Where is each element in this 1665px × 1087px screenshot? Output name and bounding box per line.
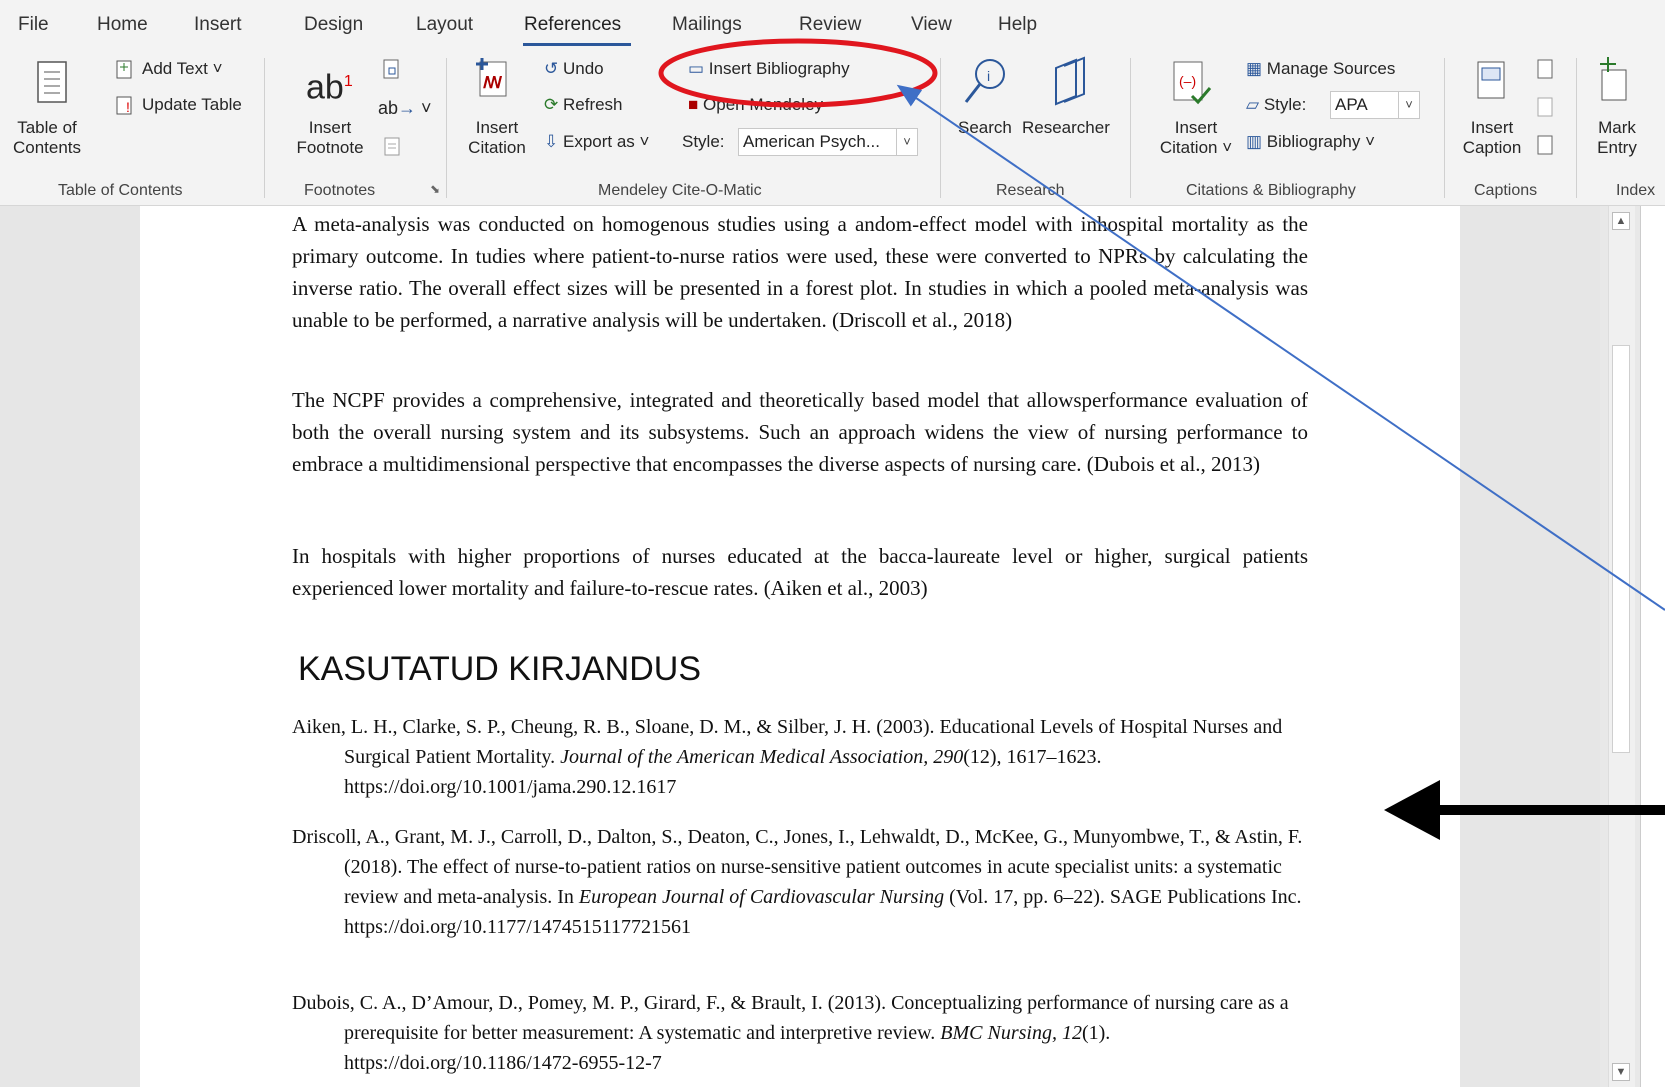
insert-endnote-icon[interactable] <box>380 58 402 82</box>
tab-view[interactable]: View <box>911 14 952 36</box>
mendeley-style-select[interactable]: American Psych... ˅ <box>738 128 918 156</box>
mark-entry-button[interactable]: Mark Entry <box>1592 118 1642 158</box>
reference-entry[interactable]: Dubois, C. A., D’Amour, D., Pomey, M. P.… <box>292 988 1312 1078</box>
open-mendeley-button[interactable]: ■ Open Mendeley <box>688 95 823 115</box>
insert-citation-button[interactable]: Insert Citation ˅ <box>1148 118 1244 158</box>
reference-entry[interactable]: Aiken, L. H., Clarke, S. P., Cheung, R. … <box>292 712 1312 802</box>
tab-references[interactable]: References <box>524 14 621 36</box>
export-icon: ⇩ <box>544 132 559 151</box>
update-figures-icon[interactable] <box>1534 96 1556 120</box>
svg-text:i: i <box>987 68 990 84</box>
table-of-contents-button[interactable]: Table of Contents <box>6 118 88 158</box>
researcher-button[interactable]: Researcher <box>1022 118 1110 138</box>
mark-entry-icon <box>1600 57 1627 101</box>
document-page[interactable] <box>140 206 1460 1087</box>
tab-home[interactable]: Home <box>97 14 148 36</box>
active-tab-indicator <box>523 43 631 46</box>
mendeley-icon: ■ <box>688 95 699 114</box>
svg-text:(–): (–) <box>1179 73 1196 89</box>
group-label-citations: Citations & Bibliography <box>1186 182 1356 199</box>
add-text-button[interactable]: Add Text ˅ <box>142 59 223 79</box>
dialog-launcher-icon[interactable]: ⬊ <box>430 182 440 196</box>
tab-design[interactable]: Design <box>304 14 363 36</box>
tab-help[interactable]: Help <box>998 14 1037 36</box>
paragraph[interactable]: The NCPF provides a comprehensive, integ… <box>292 384 1308 480</box>
svg-text:ꟿ: ꟿ <box>483 75 503 92</box>
group-label-captions: Captions <box>1474 182 1538 199</box>
bibliography-button[interactable]: ▥ Bibliography ˅ <box>1246 132 1375 152</box>
scrollbar-thumb[interactable] <box>1612 345 1630 753</box>
group-separator <box>264 58 265 198</box>
chevron-down-icon: ˅ <box>1398 92 1419 118</box>
insert-footnote-icon: ab1 <box>306 68 353 107</box>
insert-citation-icon: (–) <box>1173 61 1212 105</box>
update-table-button[interactable]: Update Table <box>142 95 242 115</box>
tab-mailings[interactable]: Mailings <box>672 14 742 36</box>
mendeley-insert-citation-button[interactable]: Insert Citation <box>462 118 532 158</box>
undo-button[interactable]: ↺ Undo <box>544 59 604 79</box>
tab-insert[interactable]: Insert <box>194 14 242 36</box>
svg-text:!: ! <box>126 99 130 115</box>
citation-style-select[interactable]: APA ˅ <box>1330 91 1420 119</box>
refresh-button[interactable]: ⟳ Refresh <box>544 95 623 115</box>
insert-footnote-button[interactable]: Insert Footnote <box>288 118 372 158</box>
book-icon: ▭ <box>688 59 705 78</box>
tab-review[interactable]: Review <box>799 14 861 36</box>
mendeley-insert-citation-icon: ꟿ <box>476 58 507 97</box>
insert-caption-icon <box>1477 61 1505 99</box>
group-separator <box>446 58 447 198</box>
cross-reference-icon[interactable] <box>1534 134 1556 158</box>
group-label-table-of-contents: Table of Contents <box>58 182 183 199</box>
group-separator <box>1130 58 1131 198</box>
scroll-down-icon[interactable]: ▼ <box>1612 1063 1630 1081</box>
menu-tab-bar: File Home Insert Design Layout Reference… <box>0 0 1665 50</box>
group-separator <box>1576 58 1577 198</box>
chevron-down-icon: ˅ <box>896 129 917 155</box>
group-separator <box>940 58 941 198</box>
bibliography-heading[interactable]: KASUTATUD KIRJANDUS <box>298 650 701 689</box>
ribbon: Table of Contents Add Text ˅ ! Update Ta… <box>0 50 1665 206</box>
insert-table-of-figures-icon[interactable] <box>1534 58 1556 82</box>
paragraph[interactable]: A meta-analysis was conducted on homogen… <box>292 208 1308 336</box>
next-footnote-button[interactable]: ab→ ˅ <box>378 98 432 118</box>
search-icon: i <box>964 59 1005 103</box>
group-label-mendeley: Mendeley Cite-O-Matic <box>598 182 762 199</box>
researcher-icon <box>1055 56 1085 106</box>
reference-entry[interactable]: Driscoll, A., Grant, M. J., Carroll, D.,… <box>292 822 1312 942</box>
export-as-button[interactable]: ⇩ Export as ˅ <box>544 132 649 152</box>
style-icon: ▱ <box>1246 95 1260 114</box>
group-label-footnotes: Footnotes <box>304 182 376 199</box>
mendeley-style-label: Style: <box>682 132 725 151</box>
update-table-icon: ! <box>116 96 132 115</box>
insert-caption-button[interactable]: Insert Caption <box>1456 118 1528 158</box>
tab-layout[interactable]: Layout <box>416 14 473 36</box>
tab-file[interactable]: File <box>18 14 49 36</box>
side-pane <box>1640 206 1665 1087</box>
table-of-contents-icon <box>37 61 67 103</box>
paragraph[interactable]: In hospitals with higher proportions of … <box>292 540 1308 604</box>
bibliography-icon: ▥ <box>1246 132 1263 151</box>
scroll-up-icon[interactable]: ▲ <box>1612 212 1630 230</box>
group-separator <box>1444 58 1445 198</box>
group-label-research: Research <box>996 182 1065 199</box>
undo-icon: ↺ <box>544 59 559 78</box>
manage-sources-icon: ▦ <box>1246 59 1263 78</box>
manage-sources-button[interactable]: ▦ Manage Sources <box>1246 59 1395 79</box>
show-notes-icon[interactable] <box>382 136 402 158</box>
search-button[interactable]: Search <box>958 118 1012 138</box>
insert-bibliography-button[interactable]: ▭ Insert Bibliography <box>688 59 850 79</box>
refresh-icon: ⟳ <box>544 95 559 114</box>
group-label-index: Index <box>1616 182 1656 199</box>
citation-style-label: ▱ Style: <box>1246 95 1307 114</box>
add-text-icon <box>116 60 132 79</box>
